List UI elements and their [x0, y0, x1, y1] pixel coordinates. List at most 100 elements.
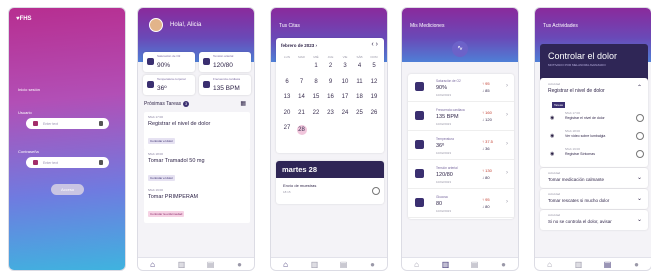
chevron-down-icon[interactable]: ⌄ [637, 195, 642, 202]
login-screen: ♥FHS Inicio sesión Usuario Enter text Co… [8, 7, 126, 271]
subtask-checkbox[interactable] [636, 114, 644, 122]
profile-icon[interactable]: ● [235, 260, 244, 269]
user-input[interactable]: Enter text [26, 118, 109, 129]
avatar[interactable] [149, 18, 163, 32]
document-icon[interactable]: ▤ [339, 260, 348, 269]
measurement-icon [415, 82, 424, 91]
activities-screen: Tus Actividades Controlar el dolor MOTIVA… [534, 7, 651, 271]
chart-icon[interactable]: ▥ [310, 260, 319, 269]
home-icon[interactable]: ⌂ [412, 260, 421, 269]
calendar-day[interactable]: 19 [367, 94, 381, 100]
document-icon[interactable]: ▤ [603, 260, 612, 269]
calendar-day[interactable]: 24 [338, 110, 352, 116]
chart-icon[interactable]: ▥ [574, 260, 583, 269]
chevron-right-icon[interactable]: › [506, 170, 508, 176]
task-card[interactable]: 5/feb 19:00 Tomar PRIMPERAM Controlar la e… [144, 185, 250, 223]
subtask-item[interactable]: ◉ 5/feb 17:00 Registrar el nivel de dolor [548, 109, 644, 127]
calendar-day[interactable]: 15 [309, 94, 323, 100]
home-icon[interactable]: ⌂ [545, 260, 554, 269]
event-checkbox[interactable] [372, 187, 380, 195]
stat-card-temperature[interactable]: Temperatura corporal 36º [143, 75, 195, 95]
month-selector[interactable]: febrero de 2023 › [281, 43, 317, 48]
weekday-label: VIE [342, 55, 348, 59]
stat-card-pressure[interactable]: Tensión arterial 120/80 [199, 52, 251, 72]
subtask-item[interactable]: ◉ 5/feb 18:00 Ver video sobre lumbalgia [548, 127, 644, 145]
measurement-icon [415, 198, 424, 207]
calendar-day[interactable]: 16 [324, 94, 338, 100]
calendar-day[interactable]: 11 [353, 79, 367, 85]
activity-collapsed[interactable]: Actividad Tomar rescates si mucho dolor ⌄ [540, 189, 648, 209]
calendar-day[interactable]: 6 [280, 79, 294, 85]
appointments-screen: Tus Citas febrero de 2023 › ‹ › LUN MAR MI… [270, 7, 388, 271]
calendar-day[interactable]: 13 [280, 94, 294, 100]
calendar-day[interactable]: 3 [338, 63, 352, 69]
chevron-down-icon[interactable]: ⌄ [637, 216, 642, 223]
measurement-icon [415, 169, 424, 178]
task-card[interactable]: 5/feb 18:00 Tomar Tramadol 50 mg Controlar… [144, 149, 250, 187]
calendar-day[interactable]: 22 [309, 110, 323, 116]
measurement-row[interactable]: Saturación de O2 90% 10/02/2023 ↑ 95 ↓ 85 › [408, 74, 514, 102]
measurement-row[interactable]: Frecuencia cardiaca 135 BPM 10/02/2023 ↑ 16… [408, 103, 514, 131]
chart-icon[interactable]: ▥ [177, 260, 186, 269]
month-nav[interactable]: ‹ › [371, 41, 378, 48]
measurement-row[interactable]: Temperatura 36º 10/02/2023 ↑ 37.5 ↓ 36 › [408, 132, 514, 160]
measurement-row[interactable]: Glucosa 80 10/02/2023 ↑ 95 ↓ 80 › [408, 190, 514, 218]
calendar-day[interactable]: 21 [295, 110, 309, 116]
min-value: ↓ 85 [482, 88, 490, 93]
subtask-checkbox[interactable] [636, 132, 644, 140]
calendar-day[interactable]: 4 [353, 63, 367, 69]
min-value: ↓ 36 [482, 146, 490, 151]
chart-icon[interactable]: ▥ [441, 260, 450, 269]
calendar-day[interactable]: 17 [338, 94, 352, 100]
calendar-day[interactable]: 8 [309, 79, 323, 85]
task-count-badge: 3 [183, 101, 190, 107]
calendar-day[interactable]: 10 [338, 79, 352, 85]
calendar-day[interactable]: 26 [367, 110, 381, 116]
calendar-day[interactable]: 20 [280, 110, 294, 116]
profile-icon[interactable]: ● [499, 260, 508, 269]
measurement-row[interactable]: Tensión arterial 120/80 10/02/2023 ↑ 130 ↓ 8… [408, 161, 514, 189]
stat-card-heart-rate[interactable]: Frecuencia cardiaca 135 BPM [199, 75, 251, 95]
calendar-day[interactable]: 25 [353, 110, 367, 116]
max-value: ↑ 130 [482, 168, 492, 173]
document-icon[interactable]: ▤ [206, 260, 215, 269]
calendar-day[interactable]: 1 [309, 63, 323, 69]
chevron-right-icon[interactable]: › [506, 199, 508, 205]
chevron-right-icon[interactable]: › [506, 112, 508, 118]
activity-collapsed[interactable]: Actividad Si no se controla el dolor, avi… [540, 210, 648, 230]
task-card[interactable]: 5/feb 17:00 Registrar el nivel de dolor Co… [144, 112, 250, 150]
calendar-day[interactable]: 23 [324, 110, 338, 116]
upcoming-tasks-title: Próximas Tareas 3 [144, 101, 190, 107]
event-time: 18:15 [283, 190, 291, 194]
calendar-day[interactable]: 12 [367, 79, 381, 85]
calendar-day[interactable]: 2 [324, 63, 338, 69]
home-icon[interactable]: ⌂ [281, 260, 290, 269]
document-icon[interactable]: ▤ [470, 260, 479, 269]
calendar-day[interactable]: 27 [280, 125, 294, 131]
calendar-icon[interactable]: ▦ [240, 100, 246, 107]
chevron-right-icon[interactable]: › [506, 83, 508, 89]
subtask-item[interactable]: ◉ 5/feb 19:00 Registrar Síntomas [548, 145, 644, 163]
calendar-day[interactable]: 18 [353, 94, 367, 100]
thermometer-icon [147, 81, 154, 88]
eye-icon: ◉ [550, 151, 555, 157]
activity-expanded[interactable]: Actividad Registrar el nivel de dolor ⌃ … [540, 78, 648, 167]
user-label: Usuario [18, 110, 32, 115]
home-icon[interactable]: ⌂ [148, 260, 157, 269]
chevron-right-icon[interactable]: › [506, 141, 508, 147]
calendar-day[interactable]: 14 [295, 94, 309, 100]
activity-collapsed[interactable]: Actividad Tomar medicación calmante ⌄ [540, 168, 648, 188]
calendar-day[interactable]: 28 [296, 125, 307, 135]
password-input[interactable]: Enter text [26, 157, 109, 168]
login-title: Inicio sesión [18, 87, 41, 92]
chevron-up-icon[interactable]: ⌃ [637, 84, 642, 91]
calendar-day[interactable]: 9 [324, 79, 338, 85]
login-button[interactable]: Acceso [51, 184, 84, 195]
calendar-day[interactable]: 5 [367, 63, 381, 69]
subtask-checkbox[interactable] [636, 150, 644, 158]
stat-card-o2[interactable]: Saturación de O2 90% [143, 52, 195, 72]
calendar-day[interactable]: 7 [295, 79, 309, 85]
profile-icon[interactable]: ● [368, 260, 377, 269]
profile-icon[interactable]: ● [632, 260, 641, 269]
chevron-down-icon[interactable]: ⌄ [637, 174, 642, 181]
